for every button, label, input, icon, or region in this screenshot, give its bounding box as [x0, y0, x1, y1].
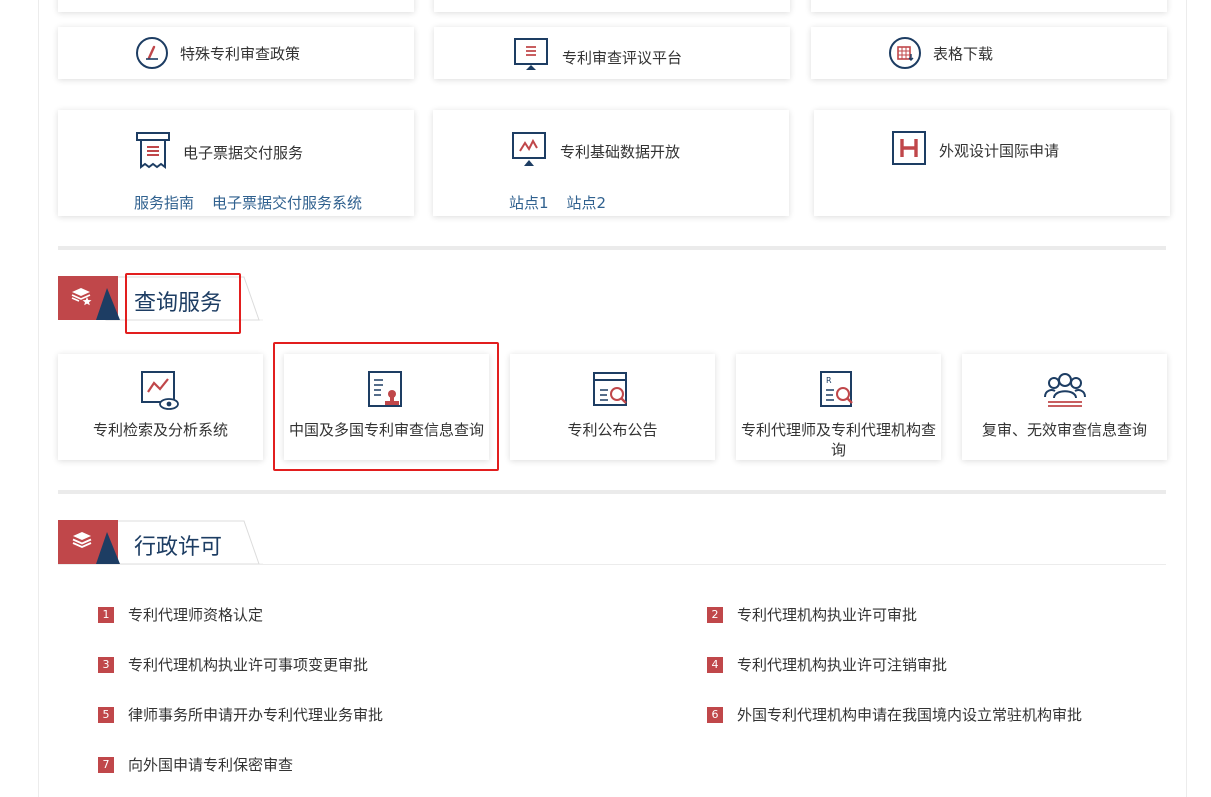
previous-card	[434, 0, 790, 12]
item-label: 向外国申请专利保密审查	[128, 756, 294, 774]
section-divider	[58, 246, 1166, 250]
query-card-label: 复审、无效审查信息查询	[981, 421, 1147, 439]
tile-label: 外观设计国际申请	[939, 141, 1060, 160]
doc-search-icon	[591, 370, 635, 414]
table-download-icon	[889, 37, 921, 69]
item-label: 专利代理机构执业许可审批	[737, 606, 918, 624]
item-label: 专利代理机构执业许可注销审批	[737, 656, 948, 674]
item-number: 2	[707, 606, 723, 623]
item-label: 外国专利代理机构申请在我国境内设立常驻机构审批	[737, 706, 1083, 724]
highlight-box	[125, 273, 241, 334]
review-platform-tile[interactable]: 专利审查评议平台	[434, 27, 790, 79]
admin-section-title: 行政许可	[134, 535, 223, 560]
form-download-tile[interactable]: 表格下载	[811, 27, 1167, 79]
h-box-icon	[891, 130, 927, 170]
query-card-label: 专利检索及分析系统	[92, 421, 228, 439]
item-label: 律师事务所申请开办专利代理业务审批	[128, 706, 384, 724]
tile-label: 电子票据交付服务	[183, 143, 304, 162]
query-card-agent[interactable]: R 专利代理师及专利代理机构查询	[736, 354, 941, 460]
admin-item[interactable]: 3 专利代理机构执业许可事项变更审批	[98, 654, 368, 675]
admin-item[interactable]: 1 专利代理师资格认定	[98, 604, 263, 625]
highlight-box	[273, 342, 499, 471]
tile-label: 表格下载	[933, 44, 994, 63]
svg-text:R: R	[826, 376, 832, 385]
receipt-icon	[135, 130, 171, 174]
chart-eye-icon	[139, 370, 183, 414]
basic-data-tile[interactable]: 专利基础数据开放 站点1 站点2	[433, 110, 789, 216]
admin-item[interactable]: 7 向外国申请专利保密审查	[98, 754, 293, 775]
query-card-publication[interactable]: 专利公布公告	[510, 354, 715, 460]
query-card-label: 专利公布公告	[567, 421, 658, 439]
monitor-chart-icon	[510, 130, 548, 172]
people-group-icon	[1042, 370, 1088, 414]
admin-item[interactable]: 6 外国专利代理机构申请在我国境内设立常驻机构审批	[707, 704, 1082, 725]
query-card-reexam[interactable]: 复审、无效审查信息查询	[962, 354, 1167, 460]
monitor-doc-icon	[512, 37, 550, 77]
site1-link[interactable]: 站点1	[509, 194, 549, 212]
admin-item[interactable]: 2 专利代理机构执业许可审批	[707, 604, 917, 625]
item-number: 1	[98, 606, 114, 623]
agent-search-icon: R	[817, 370, 861, 414]
item-number: 3	[98, 656, 114, 673]
tile-label: 专利基础数据开放	[560, 142, 681, 161]
previous-card	[811, 0, 1167, 12]
tile-label: 专利审查评议平台	[562, 48, 683, 67]
special-policy-tile[interactable]: 特殊专利审查政策	[58, 27, 414, 79]
layers-icon	[71, 530, 93, 554]
design-intl-tile[interactable]: 外观设计国际申请	[814, 110, 1170, 216]
section-divider	[58, 490, 1166, 494]
e-invoice-tile[interactable]: 电子票据交付服务 服务指南 电子票据交付服务系统	[58, 110, 414, 216]
admin-item[interactable]: 4 专利代理机构执业许可注销审批	[707, 654, 947, 675]
site2-link[interactable]: 站点2	[567, 194, 607, 212]
item-number: 6	[707, 706, 723, 723]
section-underline	[58, 564, 1166, 565]
item-label: 专利代理师资格认定	[128, 606, 264, 624]
admin-item[interactable]: 5 律师事务所申请开办专利代理业务审批	[98, 704, 383, 725]
item-number: 7	[98, 756, 114, 773]
item-number: 4	[707, 656, 723, 673]
item-label: 专利代理机构执业许可事项变更审批	[128, 656, 369, 674]
service-guide-link[interactable]: 服务指南	[134, 194, 194, 212]
query-card-label: 专利代理师及专利代理机构查询	[740, 421, 936, 459]
admin-section-header: 行政许可	[58, 520, 1166, 565]
query-card-patent-search[interactable]: 专利检索及分析系统	[58, 354, 263, 460]
pen-circle-icon	[136, 37, 168, 69]
previous-card	[58, 0, 414, 12]
item-number: 5	[98, 706, 114, 723]
tile-label: 特殊专利审查政策	[180, 44, 301, 63]
layers-star-icon	[71, 286, 93, 310]
e-invoice-system-link[interactable]: 电子票据交付服务系统	[212, 194, 362, 212]
left-frame-line	[38, 0, 39, 797]
right-frame-line	[1186, 0, 1187, 797]
